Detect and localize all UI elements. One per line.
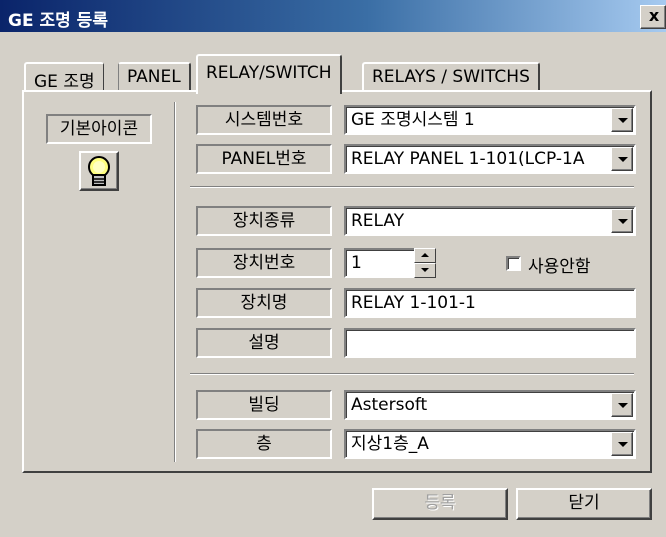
chevron-down-icon[interactable]	[611, 432, 633, 456]
panel-no-select[interactable]: RELAY PANEL 1-101(LCP-1A	[344, 144, 636, 174]
device-name-label: 장치명	[196, 288, 332, 318]
device-no-label: 장치번호	[196, 248, 332, 278]
system-no-select[interactable]: GE 조명시스템 1	[344, 105, 636, 135]
basic-icon-label: 기본아이콘	[46, 114, 152, 144]
building-select[interactable]: Astersoft	[344, 390, 636, 420]
panel-no-value: RELAY PANEL 1-101(LCP-1A	[351, 149, 585, 169]
close-button[interactable]: 닫기	[516, 488, 652, 520]
device-type-select[interactable]: RELAY	[344, 206, 636, 236]
building-value: Astersoft	[351, 395, 428, 415]
floor-select[interactable]: 지상1층_A	[344, 429, 636, 459]
chevron-down-icon[interactable]	[611, 147, 633, 171]
device-type-label: 장치종류	[196, 206, 332, 236]
unused-label: 사용안함	[528, 257, 591, 277]
close-icon[interactable]: x	[640, 5, 666, 29]
chevron-down-icon[interactable]	[611, 108, 633, 132]
tab-relays-switchs[interactable]: RELAYS / SWITCHS	[362, 62, 540, 90]
window-title: GE 조명 등록	[8, 11, 108, 31]
tab-relay-switch[interactable]: RELAY/SWITCH	[196, 54, 342, 94]
spin-up-icon[interactable]	[414, 248, 436, 263]
floor-label: 층	[196, 429, 332, 459]
description-input[interactable]	[344, 328, 636, 358]
device-no-input[interactable]: 1	[344, 248, 416, 278]
vertical-separator	[174, 102, 176, 462]
device-no-spinner[interactable]	[414, 248, 436, 278]
horizontal-separator	[190, 186, 634, 188]
tab-panel[interactable]: PANEL	[118, 62, 191, 90]
floor-value: 지상1층_A	[351, 434, 429, 454]
title-bar: GE 조명 등록 x	[0, 0, 666, 32]
lightbulb-icon	[88, 156, 110, 186]
chevron-down-icon[interactable]	[611, 393, 633, 417]
building-label: 빌딩	[196, 390, 332, 420]
unused-checkbox[interactable]	[506, 256, 521, 271]
device-name-input[interactable]: RELAY 1-101-1	[344, 288, 636, 318]
description-label: 설명	[196, 328, 332, 358]
chevron-down-icon[interactable]	[611, 209, 633, 233]
register-button[interactable]: 등록	[372, 488, 508, 520]
tab-ge-lighting[interactable]: GE 조명	[24, 62, 104, 92]
horizontal-separator	[190, 373, 634, 375]
device-type-value: RELAY	[351, 211, 405, 231]
system-no-label: 시스템번호	[196, 105, 332, 135]
lightbulb-icon-button[interactable]	[79, 151, 119, 191]
spin-down-icon[interactable]	[414, 263, 436, 278]
system-no-value: GE 조명시스템 1	[351, 110, 475, 130]
panel-no-label: PANEL번호	[196, 144, 332, 174]
